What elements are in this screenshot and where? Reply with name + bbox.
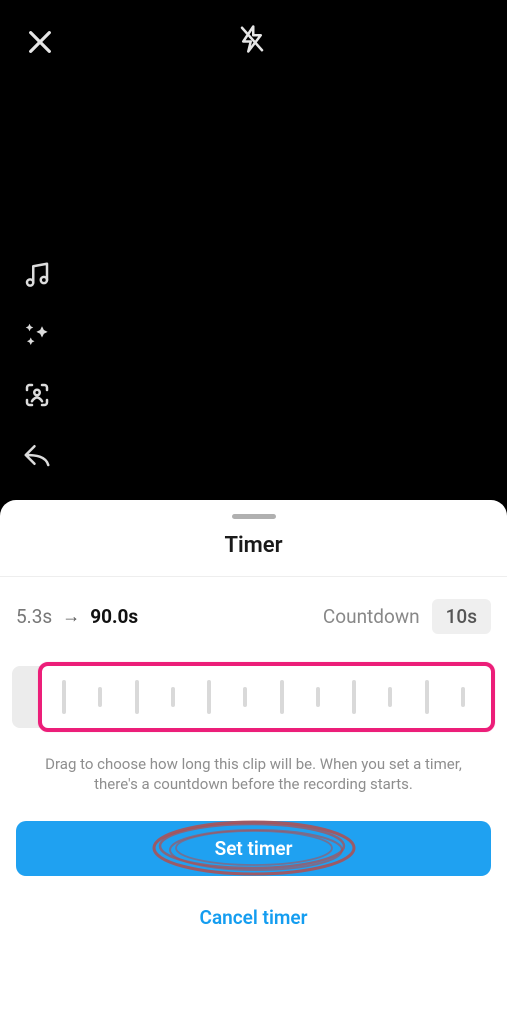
- close-icon: [24, 26, 56, 58]
- side-toolbar: [20, 258, 54, 472]
- countdown-label: Countdown: [323, 605, 420, 628]
- clip-start-time: 5.3s: [16, 605, 52, 628]
- set-timer-label: Set timer: [215, 837, 293, 860]
- flash-toggle[interactable]: [237, 24, 271, 58]
- countdown-group: Countdown 10s: [323, 599, 491, 634]
- effects-tool[interactable]: [20, 318, 54, 352]
- close-button[interactable]: [24, 26, 56, 58]
- countdown-selector[interactable]: 10s: [432, 599, 491, 634]
- slider-ticks: [62, 662, 465, 732]
- helper-text: Drag to choose how long this clip will b…: [0, 732, 507, 795]
- duration-slider[interactable]: [12, 662, 495, 732]
- sheet-title: Timer: [0, 533, 507, 576]
- top-bar: [0, 18, 507, 66]
- reply-icon: [22, 440, 52, 470]
- sheet-drag-handle[interactable]: [232, 514, 276, 519]
- clip-range: 5.3s → 90.0s: [16, 605, 138, 628]
- time-row: 5.3s → 90.0s Countdown 10s: [0, 577, 507, 644]
- slider-handle[interactable]: [479, 681, 485, 713]
- timer-sheet: Timer 5.3s → 90.0s Countdown 10s Drag to…: [0, 500, 507, 1024]
- arrow-icon: →: [62, 606, 80, 627]
- face-filter-icon: [22, 380, 52, 410]
- music-icon: [22, 260, 52, 290]
- set-timer-button[interactable]: Set timer: [16, 821, 491, 876]
- clip-end-time: 90.0s: [90, 605, 138, 628]
- music-tool[interactable]: [20, 258, 54, 292]
- flash-off-icon: [237, 24, 267, 54]
- reply-tool[interactable]: [20, 438, 54, 472]
- face-filter-tool[interactable]: [20, 378, 54, 412]
- sparkle-icon: [22, 320, 52, 350]
- cancel-timer-button[interactable]: Cancel timer: [0, 900, 507, 955]
